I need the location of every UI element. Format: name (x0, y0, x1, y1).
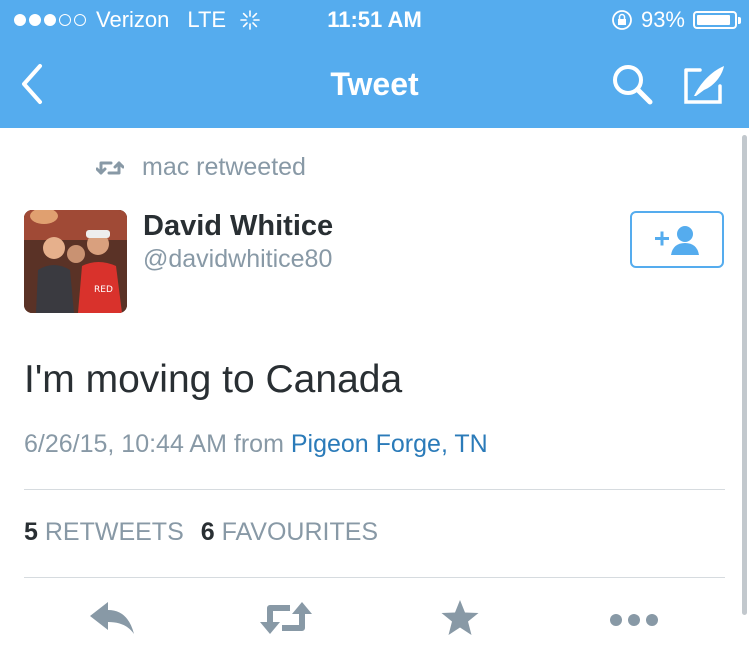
favourites-count: 6 (200, 518, 215, 546)
tweet-text: I'm moving to Canada (24, 358, 403, 401)
avatar[interactable]: RED (24, 210, 127, 313)
engagement-counts: 5 RETWEETS 6 FAVOURITES (24, 518, 378, 547)
retweet-action-icon[interactable] (258, 598, 314, 638)
retweeted-by: mac retweeted (96, 153, 306, 182)
header-bar: Verizon LTE 11:51 AM 93% Tweet (0, 0, 749, 128)
author-name[interactable]: David Whitice (143, 210, 333, 243)
reply-icon[interactable] (88, 598, 136, 638)
tweet-timestamp: 6/26/15, 10:44 AM (24, 430, 227, 458)
retweets-count: 5 (24, 518, 38, 546)
author-handle[interactable]: @davidwhitice80 (143, 245, 332, 274)
battery-icon (693, 11, 741, 29)
rotation-lock-icon (612, 10, 632, 30)
status-right: 93% (611, 7, 741, 33)
tweet-location-link[interactable]: Pigeon Forge, TN (291, 430, 488, 458)
tweet-meta: 6/26/15, 10:44 AM from Pigeon Forge, TN (24, 430, 488, 459)
retweets-stat[interactable]: 5 RETWEETS (24, 518, 184, 546)
retweeted-by-label: mac retweeted (142, 153, 306, 181)
avatar-photo: RED (24, 210, 127, 313)
battery-percent: 93% (640, 7, 685, 32)
favourite-icon[interactable] (440, 598, 480, 638)
scrollbar[interactable] (742, 135, 747, 615)
divider (24, 577, 725, 578)
battery-fill (697, 15, 731, 25)
more-icon[interactable] (608, 598, 660, 638)
compose-icon[interactable] (682, 62, 728, 106)
favourites-stat[interactable]: 6 FAVOURITES (201, 518, 378, 546)
from-label: from (233, 430, 284, 458)
retweet-icon (96, 161, 124, 174)
favourites-label: FAVOURITES (221, 518, 379, 546)
follow-icon (655, 225, 699, 255)
search-icon[interactable] (610, 62, 656, 108)
follow-button[interactable] (630, 211, 724, 268)
divider (24, 489, 725, 490)
status-bar: Verizon LTE 11:51 AM 93% (0, 0, 749, 40)
svg-text:RED: RED (94, 285, 113, 295)
retweets-label: RETWEETS (44, 518, 184, 546)
